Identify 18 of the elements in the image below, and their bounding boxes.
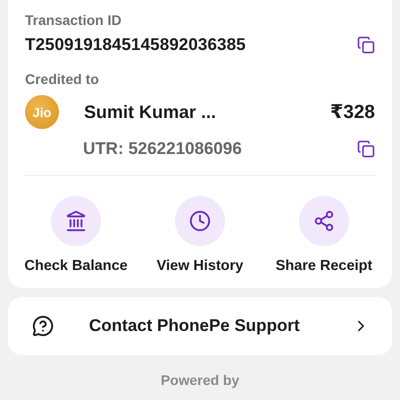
action-button[interactable]: Check Balance xyxy=(17,196,135,274)
transaction-id: T2509191845145892036385 xyxy=(25,35,246,55)
action-button[interactable]: View History xyxy=(141,196,259,274)
copy-icon[interactable] xyxy=(357,140,375,158)
powered-by-text: Powered by xyxy=(160,372,240,388)
recipient-name: Sumit Kumar ... xyxy=(84,102,218,122)
share-icon xyxy=(299,196,349,246)
credited-to-label: Credited to xyxy=(25,71,100,87)
action-button[interactable]: Share Receipt xyxy=(265,196,383,274)
clock-icon xyxy=(175,196,225,246)
logo: Jio xyxy=(25,95,59,129)
bank-icon xyxy=(51,196,101,246)
copy-icon[interactable] xyxy=(357,36,375,54)
amount: ₹328 xyxy=(330,100,375,124)
help-icon xyxy=(32,315,54,337)
support-button[interactable]: Contact PhonePe Support xyxy=(8,297,392,355)
transaction-id-label: Transaction ID xyxy=(25,12,122,28)
utr-number: UTR: 526221086096 xyxy=(83,139,242,159)
